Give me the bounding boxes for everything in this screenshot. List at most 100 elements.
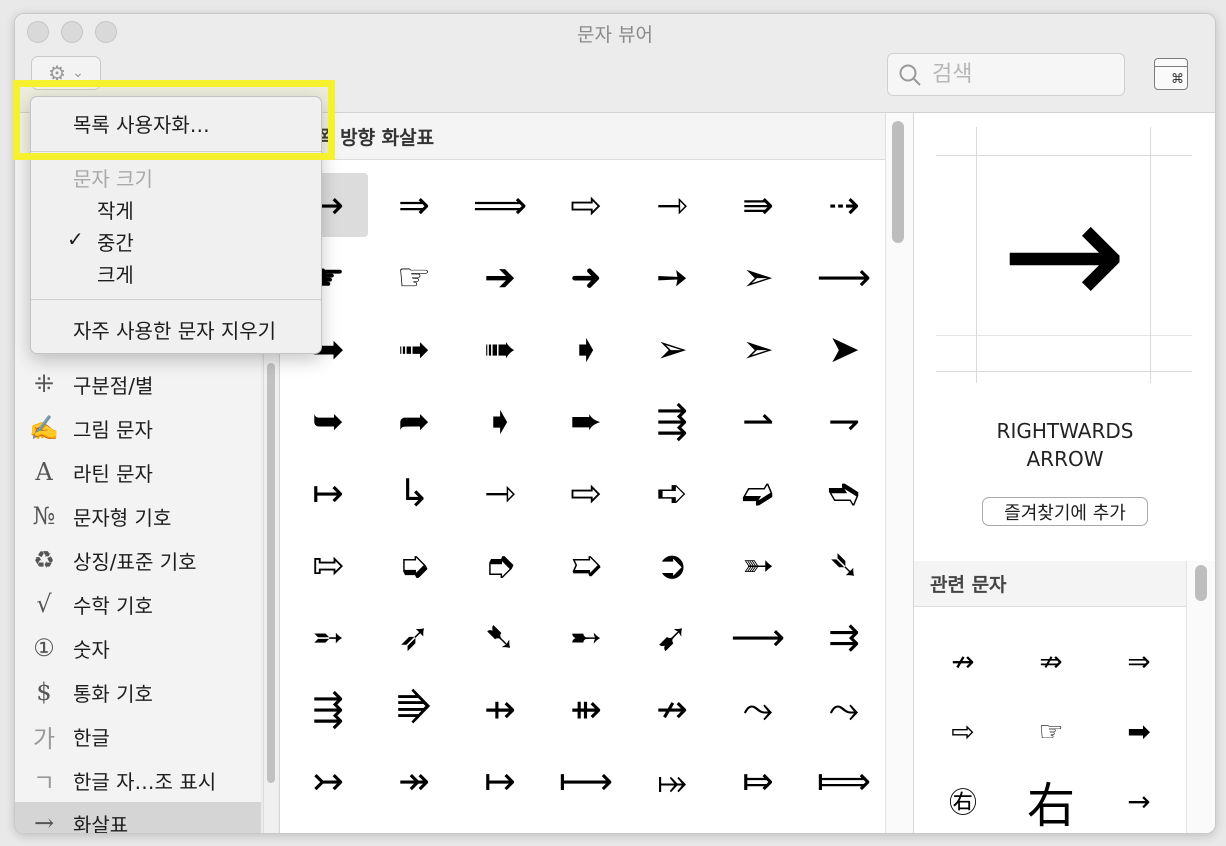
sidebar-item-pictographs[interactable]: ✍ 그림 문자 [15,407,261,449]
related-character-cell[interactable]: ➡ [1094,701,1184,761]
character-cell[interactable]: ⭆ [374,677,454,741]
character-cell[interactable]: ⟶ [804,245,884,309]
writing-hand-icon: ✍ [29,414,59,442]
character-cell[interactable]: ➢ [632,317,712,381]
character-cell[interactable]: ➥ [288,389,368,453]
character-cell[interactable]: ➠ [460,317,540,381]
sidebar-item-signs-standard-symbols[interactable]: ♻ 상징/표준 기호 [15,539,261,581]
character-cell[interactable]: ⇢ [804,173,884,237]
character-cell[interactable]: ⇸ [460,677,540,741]
related-scrollbar[interactable] [1186,561,1215,833]
character-cell[interactable]: ➫ [718,461,798,525]
character-cell[interactable]: ↦ [460,749,540,813]
character-cell[interactable]: ⤳ [718,677,798,741]
menu-item-clear-frequently-used[interactable]: 자주 사용한 문자 지우기 [31,315,363,344]
character-cell[interactable]: ➯ [546,533,626,597]
add-to-favorites-button[interactable]: 즐겨찾기에 추가 [982,497,1148,526]
related-character-cell[interactable]: ⇨ [918,701,1008,761]
menu-item-large[interactable]: 크게 [31,259,387,288]
character-cell[interactable]: ➹ [632,605,712,669]
character-cell[interactable]: ⇨ [546,461,626,525]
character-cell[interactable]: ⇉ [804,605,884,669]
character-cell[interactable]: ⇀ [718,389,798,453]
sidebar-item-latin[interactable]: A 라틴 문자 [15,451,261,493]
character-cell[interactable]: ➜ [546,245,626,309]
related-character-cell[interactable]: ⇒ [1094,631,1184,691]
character-cell[interactable]: ➬ [804,461,884,525]
character-cell[interactable]: ➮ [460,533,540,597]
character-cell[interactable]: ⤅ [632,749,712,813]
grid-scrollbar[interactable] [885,113,914,833]
character-cell[interactable]: ⇰ [288,533,368,597]
sidebar-item-digits[interactable]: ① 숫자 [15,627,261,669]
character-cell[interactable]: ➟ [374,317,454,381]
character-cell[interactable]: ➣ [718,317,798,381]
character-cell[interactable]: ↠ [374,749,454,813]
sidebar-item-label: 상징/표준 기호 [73,549,197,574]
sidebar-item-math-symbols[interactable]: √ 수학 기호 [15,583,261,625]
scrollbar-thumb[interactable] [1195,565,1207,601]
menu-item-medium[interactable]: ✓ 중간 [31,227,387,256]
keyboard-viewer-button[interactable]: ⌘ [1154,58,1188,90]
character-cell[interactable]: ↳ [374,461,454,525]
character-cell[interactable]: ➲ [632,533,712,597]
character-cell[interactable]: ➙ [632,245,712,309]
sidebar-item-letterlike-symbols[interactable]: № 문자형 기호 [15,495,261,537]
character-cell[interactable]: ➴ [804,533,884,597]
menu-item-small[interactable]: 작게 [31,195,387,224]
character-cell[interactable]: ⇁ [804,389,884,453]
character-cell[interactable]: ⟶ [718,605,798,669]
character-cell[interactable]: ➷ [460,605,540,669]
character-cell[interactable]: ⇶ [288,677,368,741]
character-cell[interactable]: ↣ [288,749,368,813]
character-cell[interactable]: ⇻ [546,677,626,741]
character-cell[interactable]: ➸ [546,605,626,669]
character-cell[interactable]: ➧ [546,317,626,381]
arrow-icon: → [33,809,55,834]
scrollbar-thumb[interactable] [267,363,275,783]
search-field[interactable] [887,53,1125,96]
character-cell[interactable]: ➭ [374,533,454,597]
character-cell[interactable]: ➳ [718,533,798,597]
sidebar-item-bullets-stars[interactable]: ⁜ 구분점/별 [15,363,261,405]
scrollbar-thumb[interactable] [892,121,904,243]
character-cell[interactable]: ⇨ [546,173,626,237]
character-cell[interactable]: ⤳ [804,677,884,741]
character-cell[interactable]: ⟼ [546,749,626,813]
character-cell[interactable]: ➦ [374,389,454,453]
character-cell[interactable]: ⟾ [804,749,884,813]
character-cell[interactable]: ➵ [288,605,368,669]
sidebar-item-hangul[interactable]: 가 한글 [15,715,261,757]
sidebar-item-hangul-compatibility[interactable]: ㄱ 한글 자…조 표시 [15,759,261,801]
related-character-cell[interactable]: ↛ [918,631,1008,691]
sidebar-item-currency[interactable]: $ 통화 기호 [15,671,261,713]
character-cell[interactable]: ⇾ [460,461,540,525]
character-cell[interactable]: ⇶ [632,389,712,453]
character-cell[interactable]: ↛ [632,677,712,741]
related-character-cell[interactable]: ㊨ [918,771,1008,831]
related-character-cell[interactable]: → [1094,771,1184,831]
character-cell[interactable]: ⇛ [718,173,798,237]
sidebar-item-label: 라틴 문자 [73,461,153,486]
latin-a-icon: A [35,458,53,486]
character-cell[interactable]: ⟹ [460,173,540,237]
sidebar-item-label: 통화 기호 [73,681,153,706]
character-cell[interactable]: ➧ [460,389,540,453]
character-cell[interactable]: ⇾ [632,173,712,237]
related-character-cell[interactable]: ⇏ [1006,631,1096,691]
character-cell[interactable]: ➣ [718,245,798,309]
sidebar-item-label: 수학 기호 [73,593,153,618]
character-cell[interactable]: ➨ [546,389,626,453]
related-character-cell[interactable]: ☞ [1006,701,1096,761]
character-cell[interactable]: ↦ [288,461,368,525]
related-character-cell[interactable]: 右 [1006,771,1096,833]
character-cell[interactable]: ➶ [374,605,454,669]
menu-separator [31,299,321,300]
recycle-icon: ♻ [33,546,55,574]
character-cell[interactable]: ➪ [632,461,712,525]
character-cell[interactable]: ⤇ [718,749,798,813]
search-input[interactable] [930,61,1114,88]
sidebar-item-arrows[interactable]: → 화살표 [15,802,261,834]
character-cell[interactable]: ➤ [804,317,884,381]
character-cell[interactable]: ➔ [460,245,540,309]
